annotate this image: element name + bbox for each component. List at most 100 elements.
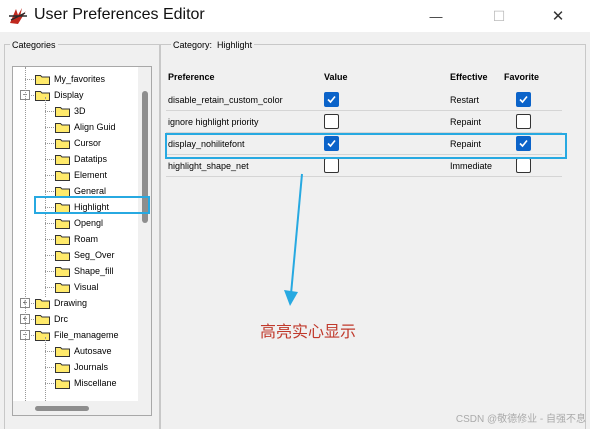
tree-item[interactable]: Autosave	[55, 343, 112, 359]
tree-item-label: Element	[74, 170, 108, 180]
tree-item-label: Drc	[54, 314, 68, 324]
tree-item-label: Journals	[74, 362, 109, 372]
tree-connector	[45, 143, 54, 144]
tree-item-label: Visual	[74, 282, 99, 292]
maximize-button[interactable]: ☐	[477, 0, 521, 32]
tree-item[interactable]: Cursor	[55, 135, 101, 151]
folder-icon	[55, 138, 70, 149]
category-tree-content: My_favorites Display −3D Align Guid Cursor Da…	[13, 67, 137, 401]
tree-item-label: File_manageme	[54, 330, 119, 340]
tree-item-label: Shape_fill	[74, 266, 114, 276]
effective-label: Restart	[450, 95, 480, 105]
tree-item[interactable]: 3D	[55, 103, 86, 119]
tree-item-label: 3D	[74, 106, 86, 116]
tree-connector	[45, 159, 54, 160]
folder-icon	[35, 90, 50, 101]
app-logo-icon	[9, 8, 27, 24]
tree-item[interactable]: Journals	[55, 359, 108, 375]
highlight-selection-outline	[34, 196, 150, 214]
row-highlight-outline	[165, 133, 567, 159]
folder-icon	[55, 362, 70, 373]
column-favorite: Favorite	[504, 72, 540, 82]
tree-horizontal-scrollbar[interactable]	[13, 401, 151, 415]
folder-icon	[55, 122, 70, 133]
folder-icon	[55, 170, 70, 181]
favorite-checkbox[interactable]	[516, 158, 531, 173]
tree-item-label: Align Guid	[74, 122, 116, 132]
folder-icon	[55, 218, 70, 229]
close-icon: ✕	[551, 8, 565, 25]
effective-label: Immediate	[450, 161, 493, 171]
column-preference: Preference	[168, 72, 215, 82]
tree-connector	[25, 67, 26, 401]
row-separator	[166, 176, 562, 177]
category-tree[interactable]: My_favorites Display −3D Align Guid Cursor Da…	[12, 66, 152, 416]
column-value: Value	[324, 72, 348, 82]
folder-icon	[55, 282, 70, 293]
annotation-arrow	[284, 173, 303, 306]
tree-item[interactable]: File_manageme	[35, 327, 119, 343]
maximize-icon: ☐	[492, 7, 506, 24]
tree-item[interactable]: Element	[55, 167, 107, 183]
tree-connector	[25, 79, 34, 80]
tree-item-label: Opengl	[74, 218, 104, 228]
tree-item[interactable]: Visual	[55, 279, 98, 295]
close-button[interactable]: ✕	[536, 0, 580, 32]
categories-label: Categories	[10, 40, 58, 50]
value-checkbox[interactable]	[324, 158, 339, 173]
tree-horizontal-scroll-thumb[interactable]	[35, 406, 89, 411]
annotation-text: 高亮实心显示	[260, 324, 357, 341]
tree-item[interactable]: Seg_Over	[55, 247, 115, 263]
folder-icon	[55, 346, 70, 357]
folder-icon	[55, 186, 70, 197]
tree-item[interactable]: Roam	[55, 231, 98, 247]
tree-item[interactable]: My_favorites	[35, 71, 105, 87]
tree-connector	[45, 337, 46, 401]
value-checkbox[interactable]	[324, 92, 339, 107]
tree-item[interactable]: Align Guid	[55, 119, 116, 135]
tree-item[interactable]: Drc	[35, 311, 68, 327]
tree-item[interactable]: Display	[35, 87, 84, 103]
preference-name: ignore highlight priority	[168, 117, 259, 127]
tree-item[interactable]: Datatips	[55, 151, 107, 167]
folder-icon	[55, 106, 70, 117]
window-title: User Preferences Editor	[34, 6, 205, 23]
folder-icon	[55, 266, 70, 277]
category-prefix: Category:	[173, 40, 213, 50]
tree-connector	[45, 255, 54, 256]
tree-item-label: Drawing	[54, 298, 88, 308]
effective-label: Repaint	[450, 117, 482, 127]
title-bar: User Preferences Editor — ☐ ✕	[0, 0, 590, 32]
tree-item-label: Seg_Over	[74, 250, 115, 260]
row-separator	[166, 110, 562, 111]
favorite-checkbox[interactable]	[516, 114, 531, 129]
tree-connector	[45, 383, 54, 384]
tree-item[interactable]: Miscellane	[55, 375, 117, 391]
tree-item-label: Roam	[74, 234, 99, 244]
tree-connector	[45, 367, 54, 368]
tree-connector	[45, 223, 54, 224]
tree-vertical-scrollbar[interactable]	[138, 67, 151, 401]
folder-icon	[35, 314, 50, 325]
tree-item[interactable]: Drawing	[35, 295, 87, 311]
tree-item-label: Display	[54, 90, 84, 100]
tree-item-label: My_favorites	[54, 74, 106, 84]
folder-icon	[55, 234, 70, 245]
tree-item[interactable]: Opengl	[55, 215, 103, 231]
folder-icon	[55, 250, 70, 261]
watermark: CSDN @敬德修业 - 自强不息	[455, 414, 586, 425]
tree-item-label: Autosave	[74, 346, 112, 356]
category-header: Category: Highlight	[171, 40, 255, 50]
minimize-button[interactable]: —	[414, 0, 458, 32]
tree-connector	[45, 271, 54, 272]
tree-item-label: Cursor	[74, 138, 102, 148]
tree-item[interactable]: Shape_fill	[55, 263, 114, 279]
tree-connector	[45, 191, 54, 192]
preference-name: highlight_shape_net	[168, 161, 249, 171]
tree-connector	[45, 111, 54, 112]
favorite-checkbox[interactable]	[516, 92, 531, 107]
folder-icon	[55, 378, 70, 389]
category-name: Highlight	[217, 40, 253, 50]
value-checkbox[interactable]	[324, 114, 339, 129]
tree-item-label: Datatips	[74, 154, 108, 164]
